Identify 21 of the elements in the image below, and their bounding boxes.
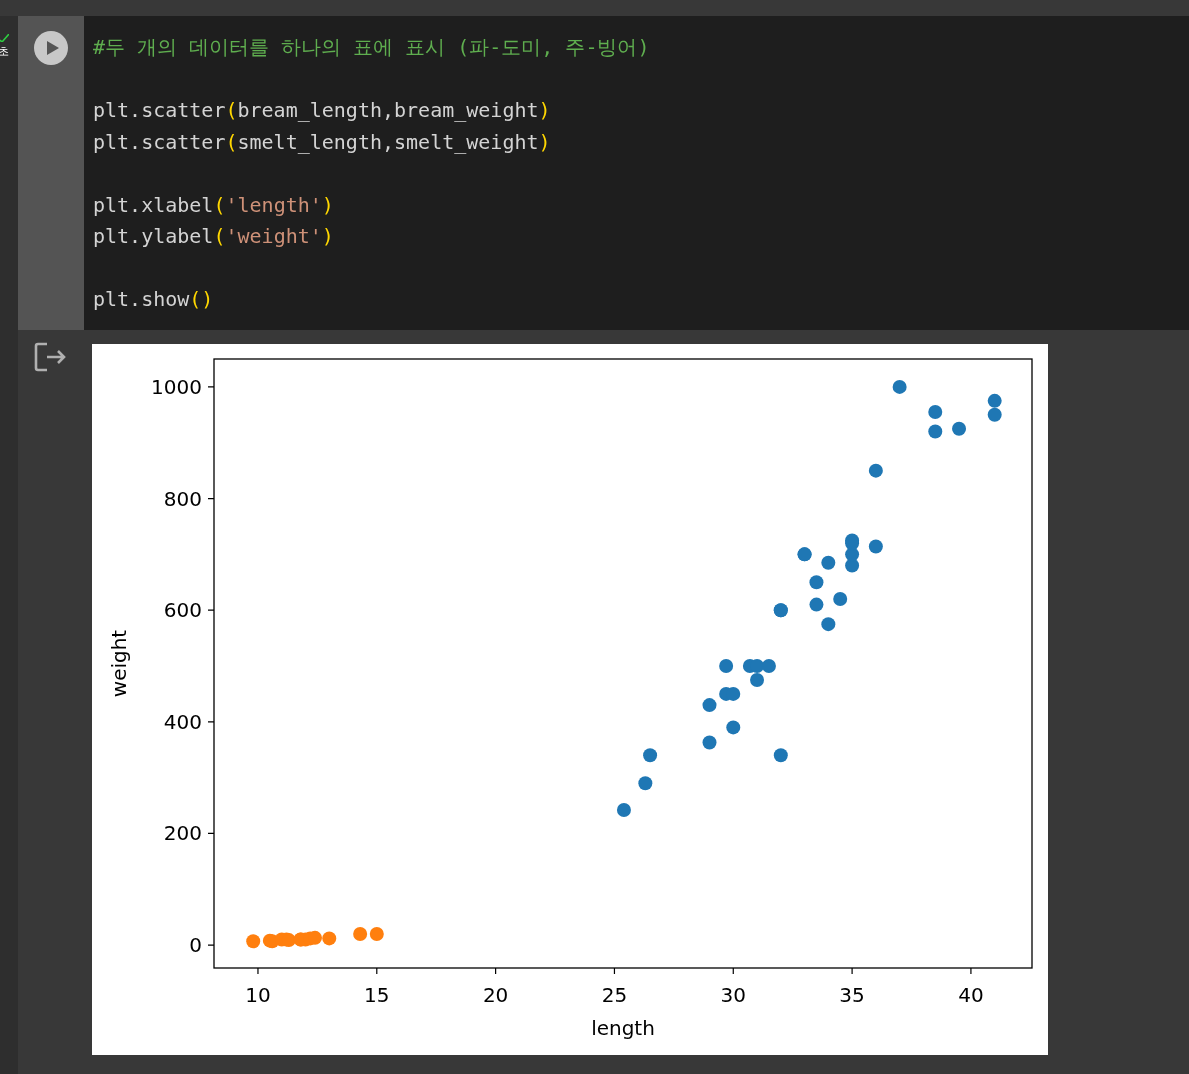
code-line: plt.xlabel('length') bbox=[93, 191, 335, 219]
tick-label: 200 bbox=[163, 821, 202, 846]
tick-label: 0 bbox=[189, 933, 202, 958]
code-line: plt.scatter(bream_length,bream_weight) bbox=[93, 97, 552, 124]
tick-label: 35 bbox=[839, 983, 865, 1007]
tick-label: 15 bbox=[364, 983, 390, 1007]
tick-label: 40 bbox=[958, 983, 984, 1007]
tick-label: 20 bbox=[482, 983, 509, 1007]
tick-label: 800 bbox=[163, 486, 202, 511]
tick-label: 10 bbox=[245, 983, 271, 1007]
tick-label: 400 bbox=[163, 709, 202, 734]
y-axis-label: weight bbox=[107, 629, 131, 698]
code-line: plt.ylabel('weight') bbox=[93, 223, 335, 250]
tick-label: 30 bbox=[720, 983, 746, 1007]
tick-label: 1000 bbox=[151, 374, 202, 399]
code-line: #두 개의 데이터를 하나의 표에 표시 (파-도미, 주-빙어) bbox=[93, 34, 651, 61]
tick-label: 600 bbox=[163, 598, 202, 623]
code-line: plt.show() bbox=[93, 286, 215, 313]
x-axis-label: length bbox=[591, 1016, 655, 1040]
tick-label: 25 bbox=[601, 983, 628, 1007]
code-line: plt.scatter(smelt_length,smelt_weight) bbox=[93, 128, 552, 156]
